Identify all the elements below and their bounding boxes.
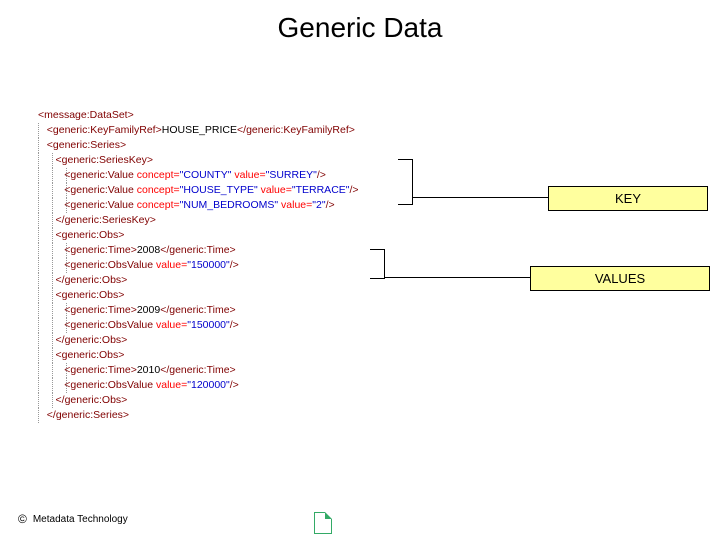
callout-key: KEY: [548, 186, 708, 211]
xml-line: </generic:SeriesKey>: [38, 213, 458, 228]
xml-line: <generic:KeyFamilyRef>HOUSE_PRICE</gener…: [38, 123, 458, 138]
footer-text: Metadata Technology: [33, 514, 128, 525]
xml-line: </generic:Obs>: [38, 273, 458, 288]
xml-line: </generic:Obs>: [38, 393, 458, 408]
xml-line: <generic:ObsValue value="150000"/>: [38, 258, 458, 273]
page-title: Generic Data: [0, 12, 720, 44]
connector-key: [412, 197, 548, 198]
bracket-key: [398, 159, 413, 205]
xml-line: <generic:ObsValue value="120000"/>: [38, 378, 458, 393]
bracket-values: [370, 249, 385, 279]
xml-line: <message:DataSet>: [38, 108, 458, 123]
xml-line: <generic:SeriesKey>: [38, 153, 458, 168]
connector-values: [384, 277, 530, 278]
xml-snippet: <message:DataSet> <generic:KeyFamilyRef>…: [38, 108, 458, 423]
copyright-icon: ©: [18, 512, 27, 526]
xml-line: <generic:Value concept="NUM_BEDROOMS" va…: [38, 198, 458, 213]
xml-line: <generic:Obs>: [38, 228, 458, 243]
xml-line: <generic:Value concept="HOUSE_TYPE" valu…: [38, 183, 458, 198]
xml-line: <generic:Time>2009</generic:Time>: [38, 303, 458, 318]
xml-line: <generic:Time>2010</generic:Time>: [38, 363, 458, 378]
xml-line: <generic:Obs>: [38, 348, 458, 363]
slide: Generic Data <message:DataSet> <generic:…: [0, 0, 720, 540]
callout-values: VALUES: [530, 266, 710, 291]
xml-line: <generic:Series>: [38, 138, 458, 153]
xml-line: </generic:Series>: [38, 408, 458, 423]
xml-line: <generic:Obs>: [38, 288, 458, 303]
xml-line: <generic:ObsValue value="150000"/>: [38, 318, 458, 333]
page-logo-icon: [314, 512, 332, 534]
xml-line: </generic:Obs>: [38, 333, 458, 348]
xml-line: <generic:Time>2008</generic:Time>: [38, 243, 458, 258]
xml-line: <generic:Value concept="COUNTY" value="S…: [38, 168, 458, 183]
footer: © Metadata Technology: [18, 512, 128, 526]
